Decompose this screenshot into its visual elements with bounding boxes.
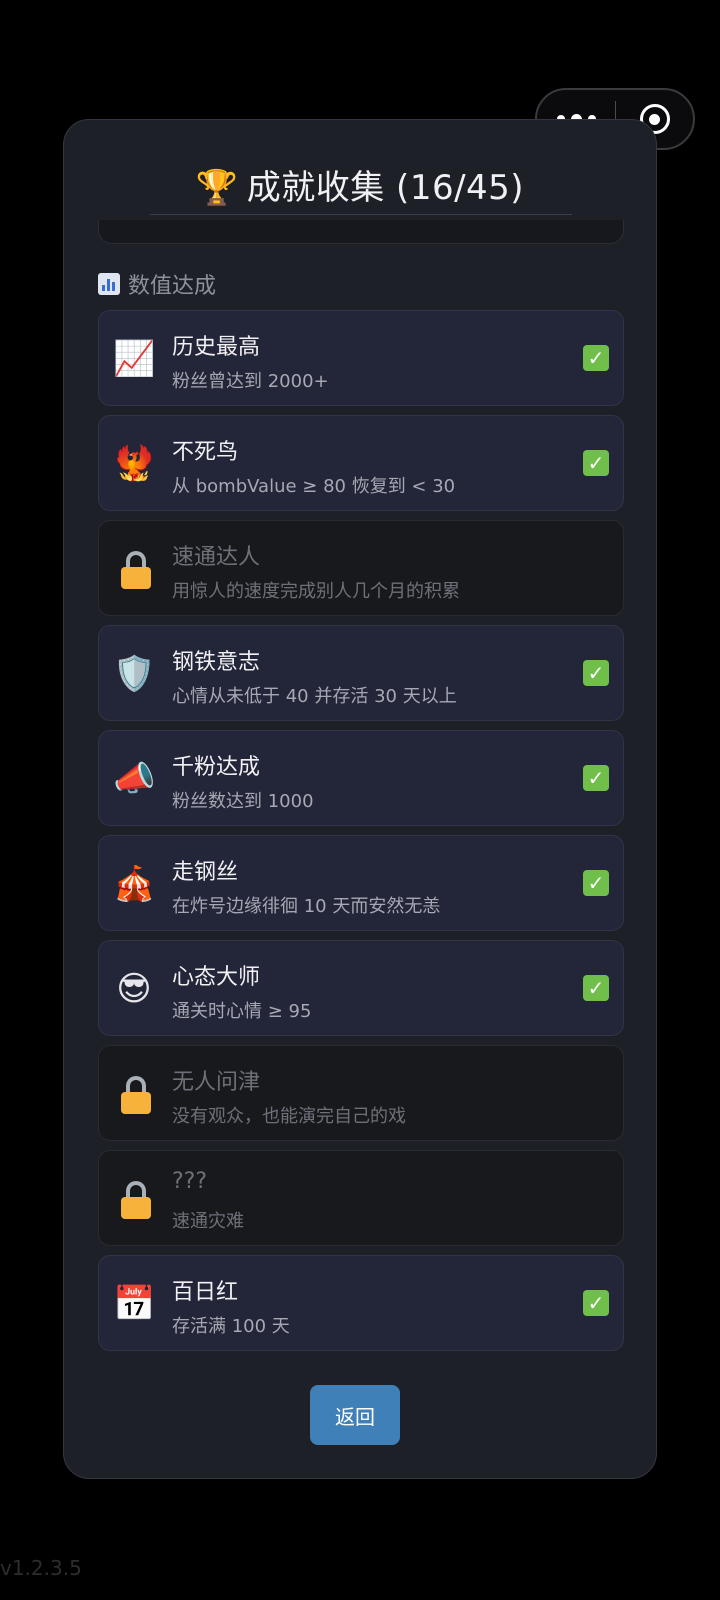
achievement-desc: 速通灾难 — [172, 1211, 244, 1232]
lock-icon — [121, 1181, 151, 1219]
checkmark-icon: ✓ — [583, 450, 609, 476]
achievement-desc: 用惊人的速度完成别人几个月的积累 — [172, 581, 460, 602]
lock-icon — [121, 551, 151, 589]
achievement-icon: 🛡️ — [113, 654, 156, 694]
achievement-desc: 从 bombValue ≥ 80 恢复到 < 30 — [172, 476, 456, 497]
achievement-desc: 没有观众，也能演完自己的戏 — [172, 1106, 406, 1127]
achievement-name: ??? — [172, 1169, 208, 1194]
achievement-name: 历史最高 — [172, 335, 261, 360]
achievement-icon: 🐦‍🔥 — [113, 444, 156, 484]
achievement-item[interactable]: 🛡️ 钢铁意志心情从未低于 40 并存活 30 天以上 ✓ — [98, 625, 624, 721]
checkmark-icon: ✓ — [583, 870, 609, 896]
checkmark-icon: ✓ — [583, 1290, 609, 1316]
checkmark-icon: ✓ — [583, 765, 609, 791]
achievement-item[interactable]: 📈 历史最高粉丝曾达到 2000+ ✓ — [98, 310, 624, 406]
title-divider — [150, 214, 572, 215]
bar-chart-icon — [98, 273, 120, 295]
achievement-icon: 🎪 — [113, 864, 156, 904]
achievement-desc: 粉丝数达到 1000 — [172, 791, 314, 812]
achievement-name: 不死鸟 — [172, 440, 239, 465]
lock-icon — [121, 1076, 151, 1114]
achievement-item[interactable]: 🐦‍🔥 不死鸟从 bombValue ≥ 80 恢复到 < 30 ✓ — [98, 415, 624, 511]
achievement-name: 百日红 — [172, 1280, 239, 1305]
achievement-desc: 通关时心情 ≥ 95 — [172, 1001, 312, 1022]
panel-title: 🏆 成就收集 (16/45) — [64, 160, 656, 209]
achievement-name: 钢铁意志 — [172, 650, 261, 675]
achievement-name: 走钢丝 — [172, 860, 239, 885]
achievement-icon: 📈 — [113, 339, 156, 379]
trophy-icon: 🏆 — [195, 168, 239, 208]
achievement-item[interactable]: 😎 心态大师通关时心情 ≥ 95 ✓ — [98, 940, 624, 1036]
back-button[interactable]: 返回 — [310, 1385, 400, 1445]
section-header: 数值达成 — [98, 268, 216, 300]
panel-title-text: 成就收集 (16/45) — [246, 168, 525, 208]
achievement-desc: 心情从未低于 40 并存活 30 天以上 — [172, 686, 457, 707]
achievement-icon: 😎 — [116, 969, 152, 1009]
achievement-item[interactable]: 无人问津没有观众，也能演完自己的戏 — [98, 1045, 624, 1141]
version-label: v1.2.3.5 — [0, 1556, 82, 1580]
achievement-item[interactable]: 📅 百日红存活满 100 天 ✓ — [98, 1255, 624, 1351]
achievement-icon: 📅 — [113, 1284, 156, 1324]
achievement-name: 千粉达成 — [172, 755, 261, 780]
achievement-desc: 粉丝曾达到 2000+ — [172, 371, 329, 392]
checkmark-icon: ✓ — [583, 660, 609, 686]
achievements-panel: 🏆 成就收集 (16/45) 数值达成 📈 历史最高粉丝曾达到 2000+ ✓ 🐦‍🔥 不… — [63, 119, 657, 1479]
achievement-item[interactable]: 🎪 走钢丝在炸号边缘徘徊 10 天而安然无恙 ✓ — [98, 835, 624, 931]
checkmark-icon: ✓ — [583, 975, 609, 1001]
achievement-desc: 存活满 100 天 — [172, 1316, 290, 1337]
achievement-item[interactable]: ??? 速通灾难 — [98, 1150, 624, 1246]
achievement-name: 心态大师 — [172, 965, 261, 990]
achievement-desc: 在炸号边缘徘徊 10 天而安然无恙 — [172, 896, 441, 917]
achievement-name: 速通达人 — [172, 545, 261, 570]
checkmark-icon: ✓ — [583, 345, 609, 371]
achievement-name: 无人问津 — [172, 1070, 261, 1095]
achievement-item[interactable]: 📣 千粉达成粉丝数达到 1000 ✓ — [98, 730, 624, 826]
achievement-icon: 📣 — [113, 759, 156, 799]
achievement-item[interactable]: 速通达人用惊人的速度完成别人几个月的积累 — [98, 520, 624, 616]
previous-section-edge — [98, 220, 624, 244]
section-title: 数值达成 — [128, 274, 217, 299]
achievement-list: 📈 历史最高粉丝曾达到 2000+ ✓ 🐦‍🔥 不死鸟从 bombValue ≥ 80 … — [98, 310, 624, 1360]
